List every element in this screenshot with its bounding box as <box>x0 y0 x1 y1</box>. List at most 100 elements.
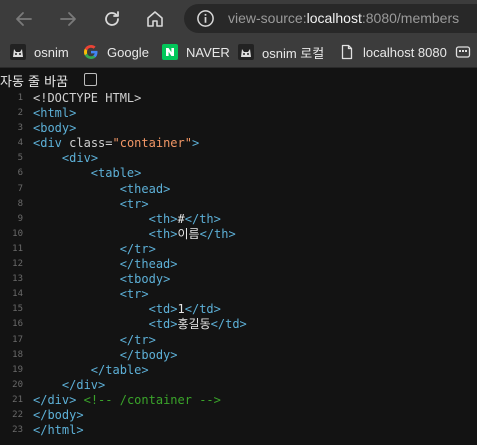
cat-avatar-icon <box>10 44 26 60</box>
source-line: 18 </tbody> <box>0 348 477 363</box>
naver-n-icon <box>162 44 178 60</box>
line-code: <html> <box>33 106 77 121</box>
back-arrow-icon <box>16 12 32 26</box>
source-line: 19 </table> <box>0 363 477 378</box>
line-code: <td>1</td> <box>148 302 221 317</box>
source-line: 6 <table> <box>0 166 477 181</box>
bookmark-label: Google <box>107 44 149 60</box>
line-number: 21 <box>12 394 23 405</box>
back-button[interactable] <box>11 6 37 32</box>
line-code: </table> <box>90 362 149 377</box>
line-code: </body> <box>33 407 84 422</box>
source-line: 2 <html> <box>0 106 477 121</box>
line-code: <tr> <box>119 196 149 211</box>
info-icon[interactable] <box>196 9 215 28</box>
line-number: 19 <box>12 364 23 375</box>
line-number: 9 <box>17 213 23 224</box>
line-code: <th>#</th> <box>148 211 221 226</box>
source-line: 17 </tr> <box>0 333 477 348</box>
url-scheme: view-source: <box>228 10 307 26</box>
line-code: </thead> <box>119 257 178 272</box>
line-number: 5 <box>17 153 23 164</box>
bookmark-google[interactable]: Google <box>83 42 149 62</box>
apps-icon <box>455 44 471 60</box>
bookmark-label: osnim <box>34 44 69 60</box>
line-number: 16 <box>12 319 23 330</box>
home-icon <box>147 11 163 27</box>
line-number: 11 <box>12 243 23 254</box>
line-code: <div class="container"> <box>33 136 200 151</box>
line-number: 1 <box>17 93 23 103</box>
bookmark-label: NAVER <box>186 44 230 60</box>
line-number: 22 <box>12 409 23 420</box>
line-number: 17 <box>12 334 23 345</box>
source-line: 7 <thead> <box>0 182 477 197</box>
bookmark-localhost[interactable]: localhost 8080 <box>339 42 447 62</box>
source-code: 1 <!DOCTYPE HTML> 2 <html> 3 <body> 4 <div clas… <box>0 91 477 438</box>
line-code: </div> <!-- /container --> <box>33 392 221 407</box>
line-code: <tbody> <box>119 272 171 287</box>
bookmark-osnim-local[interactable]: osnim 로컬 <box>238 42 324 62</box>
line-number: 23 <box>12 425 23 436</box>
source-line: 5 <div> <box>0 151 477 166</box>
page-icon <box>339 44 355 60</box>
line-wrap-label: 자동 줄 바꿈 <box>0 75 69 90</box>
source-line: 21 </div> <!-- /container --> <box>0 393 477 408</box>
url-text[interactable]: view-source:localhost:8080/members <box>228 10 459 26</box>
source-line: 20 </div> <box>0 378 477 393</box>
source-line: 3 <body> <box>0 121 477 136</box>
line-number: 7 <box>17 183 23 194</box>
line-code: <td>홍길동</td> <box>148 317 247 332</box>
cat-avatar-icon <box>238 44 254 60</box>
source-line: 12 </thead> <box>0 257 477 272</box>
line-number: 3 <box>17 123 23 134</box>
line-number: 6 <box>17 168 23 179</box>
google-g-icon <box>83 44 99 60</box>
forward-button[interactable] <box>55 6 81 32</box>
line-code: </div> <box>61 377 106 392</box>
browser-toolbar: view-source:localhost:8080/members <box>0 0 477 37</box>
line-number: 2 <box>17 108 23 119</box>
line-code: <thead> <box>119 181 171 196</box>
bookmarks-bar: osnim Google NAVER osnim 로컬 localhost 80… <box>0 37 477 68</box>
line-code: </tbody> <box>119 347 178 362</box>
line-number: 20 <box>12 379 23 390</box>
source-line: 14 <tr> <box>0 287 477 302</box>
line-code: <!DOCTYPE HTML> <box>33 91 142 105</box>
source-line: 8 <tr> <box>0 197 477 212</box>
url-path: :8080/members <box>361 10 460 26</box>
source-line: 11 </tr> <box>0 242 477 257</box>
address-bar[interactable]: view-source:localhost:8080/members <box>184 4 477 33</box>
source-line: 16 <td>홍길동</td> <box>0 317 477 332</box>
apps-button[interactable] <box>455 42 477 62</box>
source-line: 22 </body> <box>0 408 477 423</box>
line-number: 15 <box>12 304 23 315</box>
line-code: <body> <box>33 121 77 136</box>
line-code: </tr> <box>119 241 156 256</box>
home-button[interactable] <box>142 6 168 32</box>
line-number: 14 <box>12 289 23 300</box>
line-wrap-checkbox[interactable] <box>84 73 97 86</box>
reload-button[interactable] <box>99 6 125 32</box>
url-host: localhost <box>306 10 362 26</box>
reload-icon <box>105 11 119 26</box>
line-code: <div> <box>61 151 99 166</box>
bookmark-osnim[interactable]: osnim <box>10 42 69 62</box>
line-number: 4 <box>17 138 23 149</box>
line-number: 12 <box>12 259 23 270</box>
line-code: <table> <box>90 166 142 181</box>
bookmark-label: osnim 로컬 <box>262 45 325 61</box>
source-line: 10 <th>이름</th> <box>0 227 477 242</box>
line-code: </html> <box>33 423 84 438</box>
line-wrap-row: 자동 줄 바꿈 <box>0 68 477 91</box>
bookmark-naver[interactable]: NAVER <box>162 42 230 62</box>
source-line: 15 <td>1</td> <box>0 302 477 317</box>
bookmark-label: localhost 8080 <box>363 44 447 60</box>
line-code: <th>이름</th> <box>148 226 236 241</box>
line-number: 18 <box>12 349 23 360</box>
source-line: 1 <!DOCTYPE HTML> <box>0 91 477 106</box>
source-line: 23 </html> <box>0 423 477 438</box>
forward-arrow-icon <box>60 12 76 26</box>
line-number: 10 <box>12 228 23 239</box>
source-line: 9 <th>#</th> <box>0 212 477 227</box>
